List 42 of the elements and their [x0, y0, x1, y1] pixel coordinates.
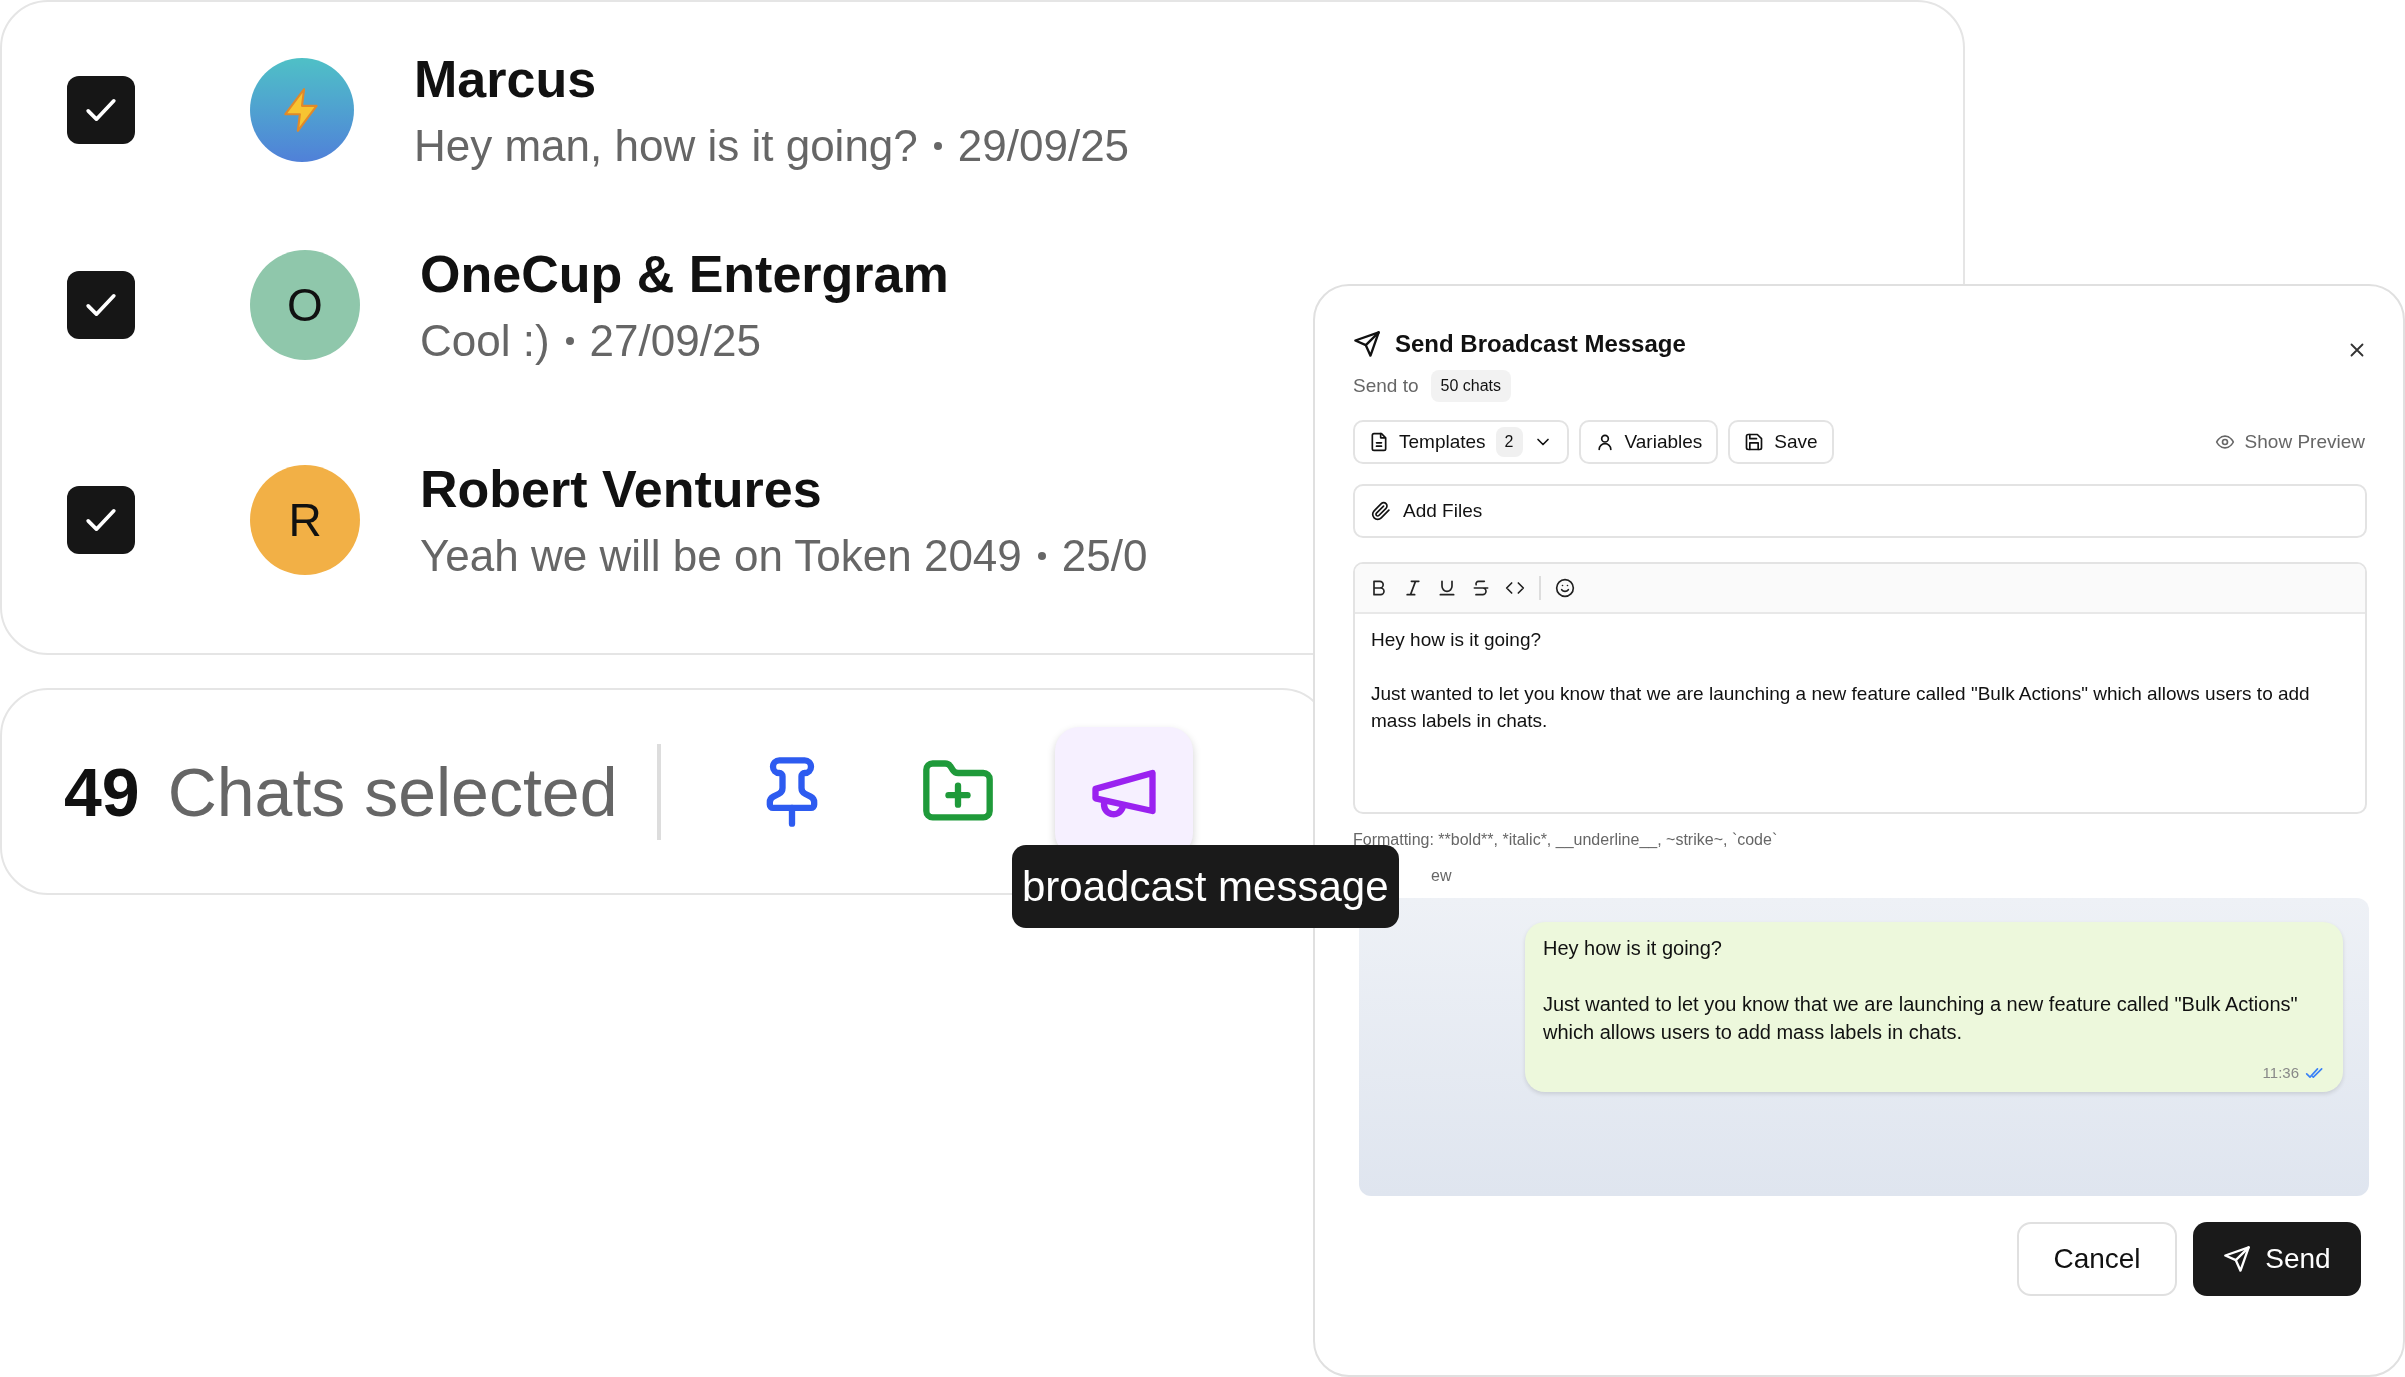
message-time: 11:36 — [2262, 1062, 2299, 1083]
document-icon — [1369, 432, 1389, 452]
cancel-button[interactable]: Cancel — [2017, 1222, 2177, 1296]
message-preview: Cool :) — [420, 315, 550, 367]
contact-name: Marcus — [414, 49, 598, 110]
avatar: R — [250, 465, 360, 575]
paperclip-icon — [1371, 501, 1391, 521]
send-icon — [2223, 1245, 2252, 1273]
italic-icon — [1403, 578, 1423, 598]
dialog-title: Send Broadcast Message — [1395, 329, 1686, 359]
message-text: Hey how is it going? Just wanted to let you know that we are launching a new feature called "Bulk Actions" which allows users to add mass labels in chats. — [1370, 628, 2311, 733]
message-preview: Hey man, how is it going? — [414, 120, 918, 172]
smiley-icon — [1555, 578, 1575, 598]
checkbox[interactable] — [67, 486, 135, 554]
avatar: O — [250, 250, 360, 360]
send-button[interactable]: Send — [2193, 1222, 2361, 1296]
send-icon — [1353, 330, 1381, 358]
tooltip: broadcast message — [1012, 845, 1399, 928]
save-button[interactable]: Save — [1728, 420, 1834, 464]
template-count: 2 — [1495, 427, 1523, 457]
message-date: 25/0 — [1061, 530, 1148, 582]
bubble-text: Hey how is it going? Just wanted to let you know that we are launching a new feature called "Bulk Actions" which allows users to add mass labels in chats. — [1543, 936, 2299, 1045]
contact-name: OneCup & Entergram — [420, 244, 949, 305]
templates-button[interactable]: Templates 2 — [1353, 420, 1569, 464]
eye-icon — [2214, 432, 2235, 452]
message-date: 27/09/25 — [589, 315, 761, 367]
selected-count: 49 — [64, 752, 140, 832]
variables-button[interactable]: Variables — [1578, 420, 1719, 464]
selection-label: Chats selected — [167, 752, 618, 832]
contact-name: Robert Ventures — [420, 459, 823, 520]
strikethrough-icon — [1471, 578, 1491, 598]
message-preview: Yeah we will be on Token 2049 — [420, 530, 1022, 582]
show-preview-button[interactable]: Show Preview — [2214, 427, 2365, 457]
checkbox[interactable] — [67, 76, 135, 144]
recipient-count: 50 chats — [1430, 370, 1511, 402]
message-date: 29/09/25 — [957, 120, 1130, 172]
underline-icon — [1437, 578, 1457, 598]
add-files-button[interactable]: Add Files — [1353, 484, 2367, 538]
preview-label: ew — [1431, 866, 1453, 886]
checkbox[interactable] — [67, 271, 135, 339]
send-to-label: Send to — [1353, 373, 1419, 398]
templates-label: Templates — [1399, 429, 1486, 454]
